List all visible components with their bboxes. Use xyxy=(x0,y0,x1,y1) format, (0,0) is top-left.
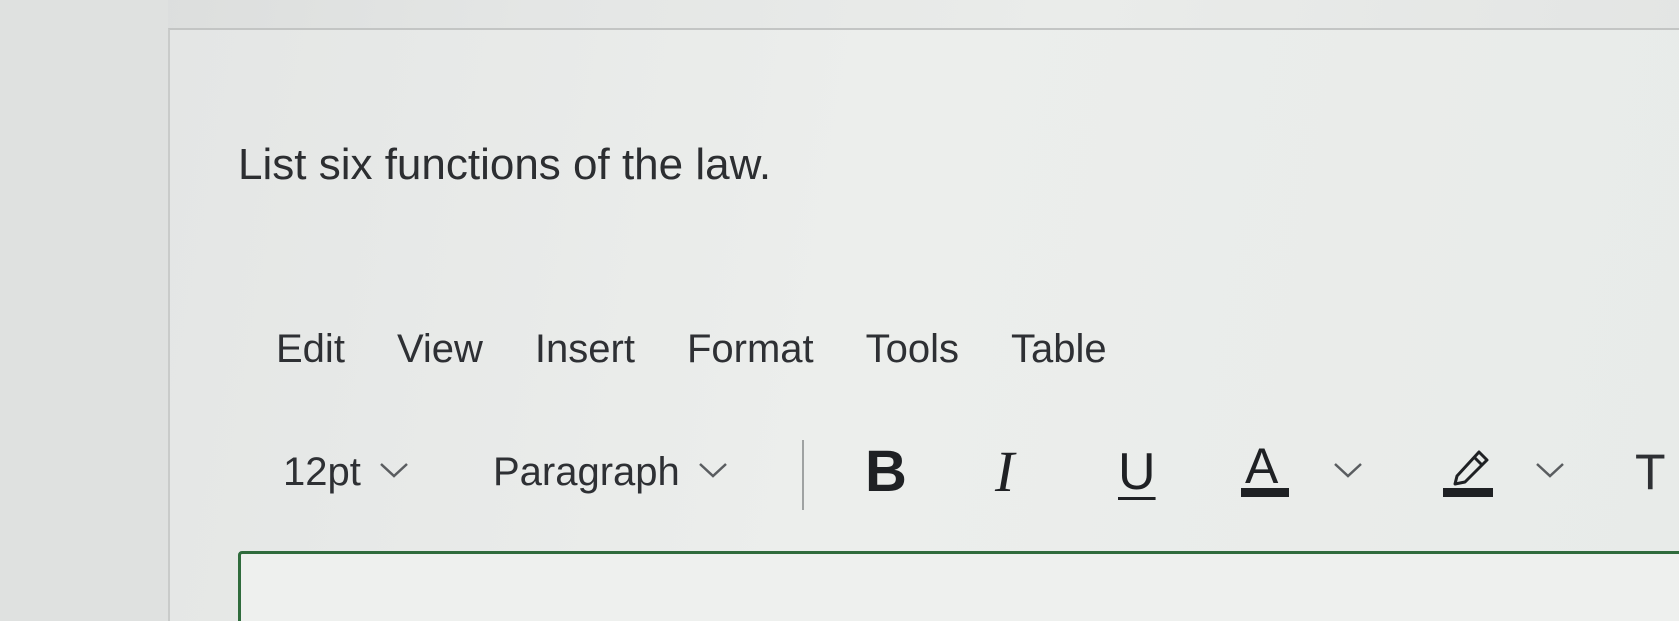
menu-insert[interactable]: Insert xyxy=(535,327,635,372)
italic-icon: I xyxy=(995,439,1015,504)
superscript-icon: T xyxy=(1635,444,1666,500)
editor-menubar: Edit View Insert Format Tools Table xyxy=(276,323,1159,375)
chevron-down-icon[interactable] xyxy=(1333,461,1363,484)
menu-table[interactable]: Table xyxy=(1011,327,1107,372)
question-text: List six functions of the law. xyxy=(238,140,772,189)
highlighter-icon xyxy=(1443,440,1495,504)
superscript-button[interactable]: T xyxy=(1635,440,1666,504)
chevron-down-icon[interactable] xyxy=(1535,461,1565,484)
menu-view[interactable]: View xyxy=(397,327,483,372)
menu-tools[interactable]: Tools xyxy=(866,327,959,372)
block-format-value: Paragraph xyxy=(493,449,680,494)
text-color-button[interactable]: A xyxy=(1241,438,1363,504)
font-size-dropdown[interactable]: 12pt xyxy=(283,440,409,504)
bold-icon: B xyxy=(865,439,907,504)
font-size-value: 12pt xyxy=(283,449,361,494)
bold-button[interactable]: B xyxy=(865,440,907,504)
chevron-down-icon xyxy=(698,461,728,484)
toolbar-divider xyxy=(802,440,804,510)
menu-format[interactable]: Format xyxy=(687,327,814,372)
chevron-down-icon xyxy=(379,461,409,484)
highlight-color-button[interactable] xyxy=(1443,440,1565,504)
text-color-icon: A xyxy=(1241,438,1293,504)
screen: List six functions of the law. Edit View… xyxy=(0,0,1679,621)
underline-button[interactable]: U xyxy=(1118,440,1156,504)
block-format-dropdown[interactable]: Paragraph xyxy=(493,440,728,504)
answer-editor[interactable] xyxy=(238,551,1679,621)
left-gutter xyxy=(0,0,168,621)
italic-button[interactable]: I xyxy=(995,440,1014,504)
menu-edit[interactable]: Edit xyxy=(276,327,345,372)
underline-icon: U xyxy=(1118,443,1156,501)
editor-toolbar: 12pt Paragraph B I U A T xyxy=(283,438,1679,510)
